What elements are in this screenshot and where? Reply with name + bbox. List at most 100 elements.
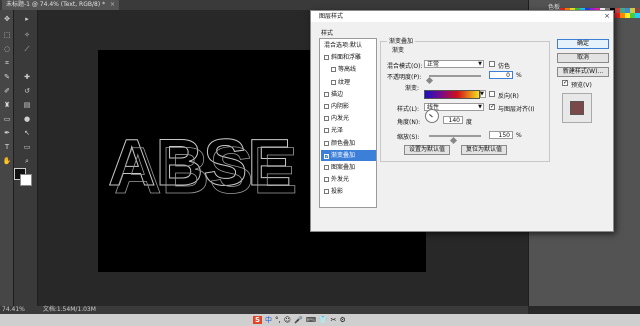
style-list-item[interactable]: 颜色叠加: [321, 138, 376, 149]
style-checkbox[interactable]: [324, 189, 329, 195]
crop-tool-icon[interactable]: ⌗: [2, 58, 12, 68]
gradient-label: 渐变:: [405, 85, 420, 92]
gradient-tool-icon[interactable]: ▤: [21, 100, 33, 110]
reverse-checkbox[interactable]: [489, 91, 495, 97]
shape-tool-icon[interactable]: ▭: [21, 142, 33, 152]
style-checkbox[interactable]: [324, 116, 329, 122]
dialog-title: 图层样式: [319, 13, 344, 20]
make-default-button[interactable]: 设置为默认值: [404, 145, 450, 155]
style-list-item[interactable]: 光泽: [321, 125, 376, 136]
arrange-icon[interactable]: ▸: [21, 14, 33, 24]
style-list-item[interactable]: 纹理: [321, 77, 376, 88]
style-list-item[interactable]: 图案叠加: [321, 162, 376, 173]
pen-tool-icon[interactable]: ✒: [2, 128, 12, 138]
status-bar: 74.41% 文档:1.54M/1.03M: [0, 306, 528, 314]
style-list-label: 投影: [331, 188, 344, 196]
move-tool-icon[interactable]: ✥: [2, 14, 12, 24]
dither-checkbox[interactable]: [489, 61, 495, 67]
ime-emoji-icon[interactable]: ☺: [284, 316, 291, 324]
swatches-tab[interactable]: 色板: [548, 2, 560, 11]
style-checkbox[interactable]: [324, 104, 329, 109]
ime-logo-icon[interactable]: S: [253, 316, 263, 324]
style-list-item[interactable]: 投影: [321, 186, 376, 197]
style-list-label: 纹理: [338, 78, 351, 86]
preview-label: 预览(V): [571, 82, 592, 89]
scale-input[interactable]: 150: [489, 131, 513, 139]
magic-wand-tool-icon[interactable]: ✧: [21, 30, 33, 40]
style-list-item[interactable]: 斜面和浮雕: [321, 52, 376, 63]
lasso-tool-icon[interactable]: ◌: [2, 44, 12, 54]
styles-header: 样式: [321, 30, 334, 37]
close-icon[interactable]: ×: [110, 1, 115, 8]
zoom-tool-icon[interactable]: ⌕: [21, 156, 33, 166]
ime-toolbar: S 中 °, ☺ 🎤 ⌨ 👕 ✂ ⚙: [253, 315, 346, 325]
style-checkbox[interactable]: [324, 55, 329, 61]
style-checkbox[interactable]: [324, 140, 329, 146]
style-checkbox[interactable]: ✓: [324, 153, 329, 159]
type-tool-icon[interactable]: T: [2, 142, 12, 152]
style-list-label: 光泽: [331, 127, 344, 135]
marquee-tool-icon[interactable]: ⬚: [2, 30, 12, 40]
style-list-item[interactable]: 描边: [321, 89, 376, 100]
angle-dial[interactable]: [425, 109, 439, 123]
scale-slider[interactable]: [429, 135, 481, 137]
eyedropper-tool-icon[interactable]: ✎: [2, 72, 12, 82]
ime-mode-icon[interactable]: 中: [265, 315, 272, 325]
style-list-item[interactable]: 等高线: [321, 64, 376, 75]
color-swatch[interactable]: [635, 13, 640, 18]
hand-tool-icon[interactable]: ✋: [2, 156, 12, 166]
style-list-item[interactable]: ✓ 渐变叠加: [321, 149, 376, 161]
opacity-input[interactable]: 0: [489, 71, 513, 79]
style-list-item[interactable]: 内阴影: [321, 101, 376, 112]
ime-voice-icon[interactable]: 🎤: [294, 316, 303, 324]
style-list-label: 颜色叠加: [331, 139, 356, 147]
style-list-item[interactable]: 外发光: [321, 174, 376, 185]
style-checkbox[interactable]: [324, 165, 329, 170]
angle-label: 角度(N):: [397, 119, 421, 126]
close-icon[interactable]: ×: [604, 11, 610, 22]
style-checkbox[interactable]: [324, 128, 329, 134]
reset-default-button[interactable]: 复位为默认值: [461, 145, 507, 155]
scale-label: 缩放(S):: [397, 134, 420, 141]
ime-tools-icon[interactable]: ✂: [331, 316, 337, 324]
ime-keyboard-icon[interactable]: ⌨: [306, 316, 316, 324]
slice-tool-icon[interactable]: ⟋: [21, 44, 33, 54]
preview-checkbox[interactable]: [562, 79, 568, 86]
new-style-button[interactable]: 新建样式(W)...: [557, 67, 609, 77]
reverse-label: 反向(R): [498, 93, 519, 100]
style-checkbox[interactable]: [331, 67, 336, 73]
ok-button[interactable]: 确定: [557, 39, 609, 49]
style-checkbox[interactable]: [331, 79, 336, 85]
style-label: 样式(L):: [397, 106, 420, 113]
align-with-layer-checkbox[interactable]: [489, 103, 495, 110]
ime-settings-icon[interactable]: ⚙: [340, 316, 346, 324]
style-list-item[interactable]: 混合选项:默认: [321, 40, 376, 51]
document-tab-title: 未标题-1 @ 74.4% (Text, RGB/8) *: [6, 1, 106, 8]
eraser-tool-icon[interactable]: ▭: [2, 114, 12, 124]
opacity-percent: %: [516, 72, 522, 79]
style-list-label: 混合选项:默认: [324, 42, 363, 49]
angle-input[interactable]: 140: [443, 116, 463, 124]
brush-tool-icon[interactable]: ✐: [2, 86, 12, 96]
style-list-item[interactable]: 内发光: [321, 113, 376, 124]
path-select-tool-icon[interactable]: ↖: [21, 128, 33, 138]
healing-tool-icon[interactable]: ✚: [21, 72, 33, 82]
blend-mode-value: 正常: [427, 61, 440, 68]
document-tab[interactable]: 未标题-1 @ 74.4% (Text, RGB/8) * ×: [2, 0, 120, 10]
style-list-label: 图案叠加: [331, 164, 356, 171]
gradient-dropdown[interactable]: ▼: [480, 90, 486, 98]
sub-group-title: 渐变: [391, 45, 406, 54]
layer-style-dialog: 图层样式 × 样式 混合选项:默认斜面和浮雕 等高线纹理描边 内阴影 内发光光泽颜色叠…: [310, 10, 614, 232]
ime-skin-icon[interactable]: 👕: [319, 316, 328, 324]
style-checkbox[interactable]: [324, 91, 329, 97]
blend-mode-select[interactable]: 正常 ▼: [424, 60, 484, 68]
gradient-picker[interactable]: [424, 90, 480, 99]
opacity-slider[interactable]: [429, 75, 481, 77]
ime-punct-icon[interactable]: °,: [275, 316, 281, 324]
dodge-tool-icon[interactable]: ●: [21, 114, 33, 124]
background-color-swatch[interactable]: [20, 174, 32, 186]
history-brush-tool-icon[interactable]: ↺: [21, 86, 33, 96]
stamp-tool-icon[interactable]: ♜: [2, 100, 12, 110]
style-checkbox[interactable]: [324, 177, 329, 183]
cancel-button[interactable]: 取消: [557, 53, 609, 63]
